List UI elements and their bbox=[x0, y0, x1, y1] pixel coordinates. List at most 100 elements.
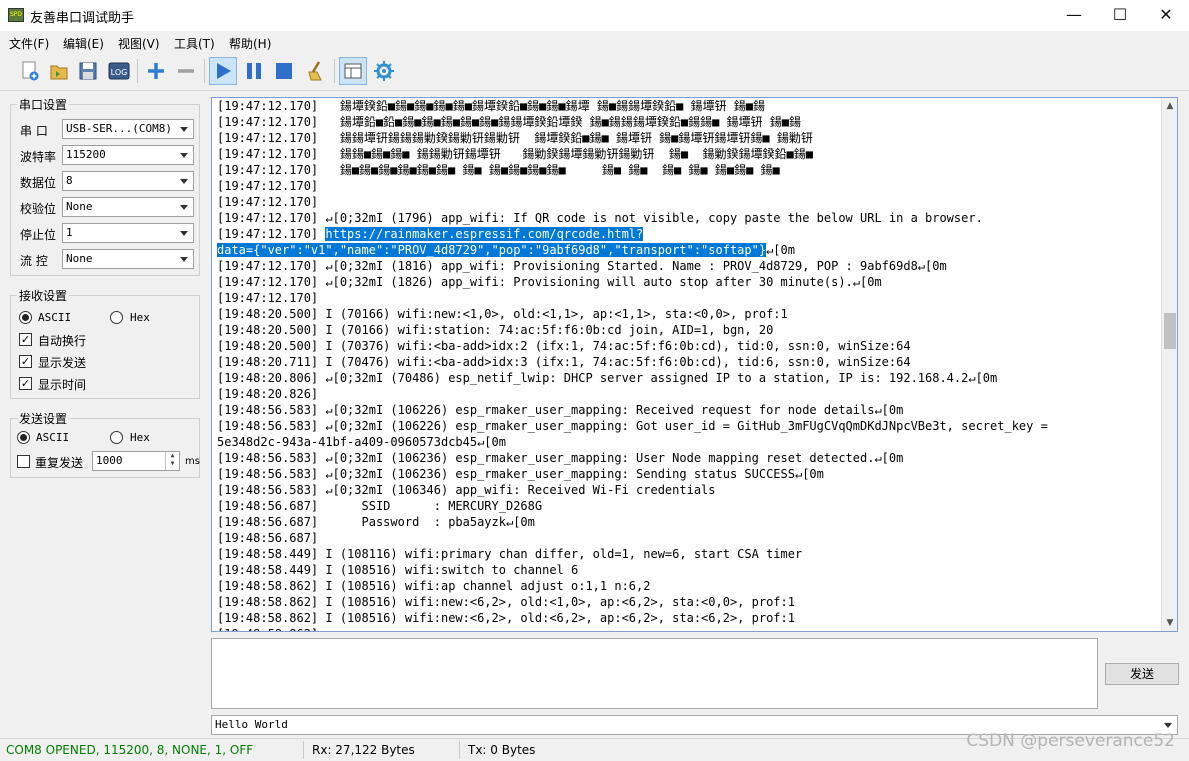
log-line: [19:48:58.449] I (108116) wifi:primary c… bbox=[217, 547, 803, 561]
log-line: [19:48:58.862] I (108516) wifi:new:<6,2>… bbox=[217, 595, 795, 609]
open-icon[interactable] bbox=[45, 57, 73, 85]
log-line: [19:47:12.170] 鍚墰鍨鉛■鍚■鍚■鍚■鍚■鍚墰鍨鉛■鍚■鍚■鍚墰 … bbox=[217, 99, 765, 113]
port-select[interactable]: USB-SER...(COM8) bbox=[62, 119, 194, 139]
title-bar: SPD 友善串口调试助手 — ☐ ✕ bbox=[0, 0, 1189, 31]
receive-area[interactable]: [19:47:12.170] 鍚墰鍨鉛■鍚■鍚■鍚■鍚■鍚墰鍨鉛■鍚■鍚■鍚墰 … bbox=[211, 97, 1178, 632]
remove-icon[interactable] bbox=[172, 57, 200, 85]
add-icon[interactable] bbox=[142, 57, 170, 85]
show-send-checkbox[interactable]: ✓ bbox=[19, 355, 32, 368]
save-icon[interactable] bbox=[74, 57, 102, 85]
menu-file[interactable]: 文件(F) bbox=[9, 35, 49, 52]
toolbar-separator bbox=[137, 59, 138, 83]
repeat-send-checkbox[interactable] bbox=[17, 455, 30, 468]
baud-select[interactable]: 115200 bbox=[62, 145, 194, 165]
view-icon[interactable] bbox=[339, 57, 367, 85]
close-icon[interactable]: ✕ bbox=[1143, 0, 1189, 31]
receive-settings-title: 接收设置 bbox=[17, 287, 70, 304]
play-icon[interactable] bbox=[209, 57, 237, 85]
show-time-checkbox[interactable]: ✓ bbox=[19, 377, 32, 390]
maximize-icon[interactable]: ☐ bbox=[1097, 0, 1143, 31]
log-line: [19:48:20.826] bbox=[217, 387, 319, 401]
log-line: [19:47:12.170] ↵[0;32mI (1826) app_wifi:… bbox=[217, 275, 882, 289]
log-line: [19:48:56.687] bbox=[217, 531, 319, 545]
stopbits-select[interactable]: 1 bbox=[62, 223, 194, 243]
parity-label: 校验位 bbox=[20, 202, 57, 216]
log-line: [19:48:58.449] I (108516) wifi:switch to… bbox=[217, 563, 579, 577]
tx-count: Tx: 0 Bytes bbox=[468, 743, 536, 757]
receive-ascii-label: ASCII bbox=[38, 311, 72, 324]
parity-select[interactable]: None bbox=[62, 197, 194, 217]
log-icon[interactable]: LOG bbox=[105, 57, 133, 85]
log-line: [19:48:20.711] I (70476) wifi:<ba-add>id… bbox=[217, 355, 911, 369]
serial-settings-title: 串口设置 bbox=[17, 96, 70, 113]
receive-hex-label: Hex bbox=[130, 311, 150, 324]
log-line: [19:48:56.583] ↵[0;32mI (106226) esp_rma… bbox=[217, 419, 1048, 433]
log-line: [19:47:12.170] 鍚鍚墰钘鍚鍚鍚勦鍨鍚勦钘鍚勦钘 鍚墰鍨鉛■鍚■ 鍚… bbox=[217, 131, 813, 145]
receive-scrollbar[interactable]: ▲ ▼ bbox=[1161, 98, 1177, 631]
toolbar-separator bbox=[334, 59, 335, 83]
databits-select[interactable]: 8 bbox=[62, 171, 194, 191]
status-divider bbox=[303, 741, 304, 759]
chevron-down-icon bbox=[180, 231, 188, 236]
chevron-down-icon bbox=[180, 205, 188, 210]
send-button[interactable]: 发送 bbox=[1105, 663, 1179, 685]
scroll-thumb[interactable] bbox=[1164, 313, 1176, 349]
toolbar-separator bbox=[204, 59, 205, 83]
scroll-down-icon[interactable]: ▼ bbox=[1162, 615, 1177, 631]
pause-icon[interactable] bbox=[240, 57, 268, 85]
watermark: CSDN @perseverance52 bbox=[966, 731, 1175, 751]
flow-label: 流 控 bbox=[20, 254, 48, 268]
log-line: [19:47:12.170] bbox=[217, 195, 319, 209]
log-line: [19:48:58.862] I (108516) wifi:ap channe… bbox=[217, 579, 651, 593]
status-divider bbox=[459, 741, 460, 759]
send-hex-radio[interactable] bbox=[110, 431, 123, 444]
clear-icon[interactable] bbox=[302, 57, 330, 85]
port-label: 串 口 bbox=[20, 124, 48, 138]
history-value: Hello World bbox=[215, 718, 288, 731]
auto-wrap-label: 自动换行 bbox=[38, 334, 87, 348]
log-line: [19:47:12.170] 鍚墰鉛■鉛■鍚■鍚■鍚■鍚■鍚■鍚鍚墰鍨鉛墰鍨 鍚… bbox=[217, 115, 801, 129]
chevron-down-icon bbox=[180, 257, 188, 262]
interval-value: 1000 bbox=[96, 454, 123, 467]
flow-select[interactable]: None bbox=[62, 249, 194, 269]
log-line: [19:47:12.170] https://rainmaker.espress… bbox=[217, 227, 644, 241]
window-title: 友善串口调试助手 bbox=[30, 11, 135, 26]
menu-edit[interactable]: 编辑(E) bbox=[63, 35, 104, 52]
log-line: [19:48:20.500] I (70376) wifi:<ba-add>id… bbox=[217, 339, 911, 353]
stopbits-value: 1 bbox=[66, 226, 73, 239]
databits-label: 数据位 bbox=[20, 176, 57, 190]
rx-count: Rx: 27,122 Bytes bbox=[312, 743, 415, 757]
flow-value: None bbox=[66, 252, 93, 265]
send-input[interactable] bbox=[211, 638, 1098, 709]
menu-bar: 文件(F) 编辑(E) 视图(V) 工具(T) 帮助(H) bbox=[0, 31, 1189, 53]
app-icon: SPD bbox=[8, 8, 24, 22]
receive-hex-radio[interactable] bbox=[110, 311, 123, 324]
interval-unit: ms bbox=[185, 456, 200, 467]
stepper-arrows-icon[interactable]: ▲ ▼ bbox=[165, 452, 179, 470]
interval-stepper[interactable]: 1000 ▲ ▼ bbox=[92, 451, 180, 471]
svg-text:LOG: LOG bbox=[111, 68, 128, 77]
log-line: 5e348d2c-943a-41bf-a409-0960573dcb45↵[0m bbox=[217, 435, 506, 449]
new-icon[interactable] bbox=[16, 57, 44, 85]
scroll-up-icon[interactable]: ▲ bbox=[1162, 98, 1177, 114]
settings-icon[interactable] bbox=[370, 57, 398, 85]
port-value: USB-SER...(COM8) bbox=[66, 122, 172, 135]
minimize-icon[interactable]: — bbox=[1051, 0, 1097, 31]
log-line: [19:48:56.583] ↵[0;32mI (106226) esp_rma… bbox=[217, 403, 904, 417]
send-ascii-radio[interactable] bbox=[17, 431, 30, 444]
show-time-label: 显示时间 bbox=[38, 378, 87, 392]
log-line: [19:48:56.583] ↵[0;32mI (106236) esp_rma… bbox=[217, 451, 904, 465]
menu-help[interactable]: 帮助(H) bbox=[229, 35, 271, 52]
receive-ascii-radio[interactable] bbox=[19, 311, 32, 324]
menu-view[interactable]: 视图(V) bbox=[118, 35, 160, 52]
log-line: [19:48:20.500] I (70166) wifi:station: 7… bbox=[217, 323, 774, 337]
baud-label: 波特率 bbox=[20, 150, 57, 164]
log-line: [19:48:56.583] ↵[0;32mI (106236) esp_rma… bbox=[217, 467, 824, 481]
menu-tools[interactable]: 工具(T) bbox=[174, 35, 215, 52]
chevron-down-icon bbox=[180, 127, 188, 132]
auto-wrap-checkbox[interactable]: ✓ bbox=[19, 333, 32, 346]
stop-icon[interactable] bbox=[270, 57, 298, 85]
log-line: [19:47:12.170] 鍚鍚■鍚■鍚■ 鍚鍚勦钘鍚墰钘 鍚勦鍨鍚墰鍚勦钘鍚… bbox=[217, 147, 813, 161]
log-line: [19:48:56.687] Password : pba5ayzk↵[0m bbox=[217, 515, 535, 529]
chevron-down-icon bbox=[1164, 723, 1172, 728]
